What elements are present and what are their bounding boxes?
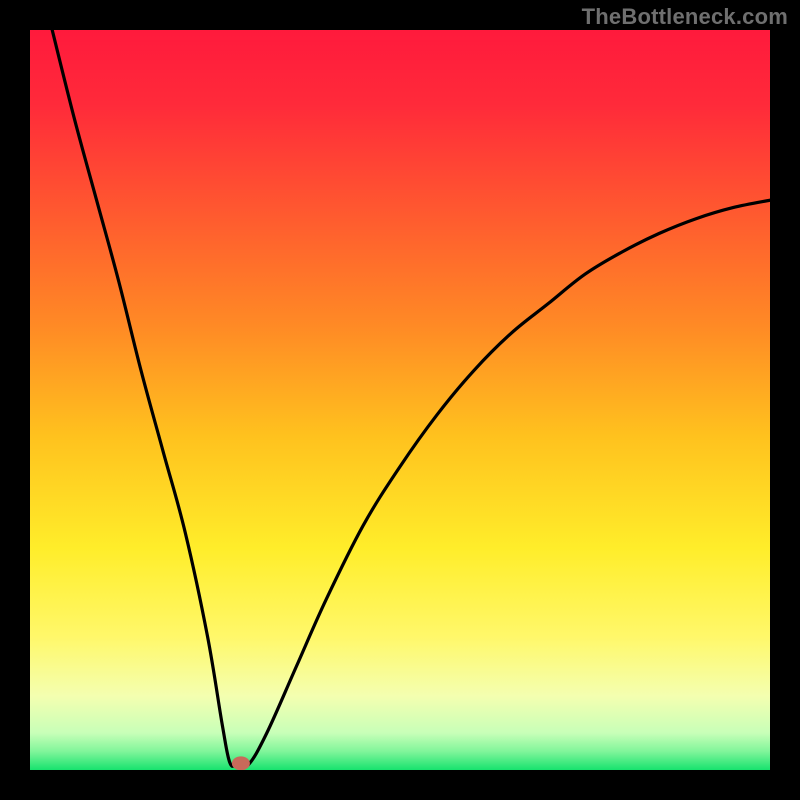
optimal-point-marker — [232, 756, 250, 770]
watermark-label: TheBottleneck.com — [582, 4, 788, 30]
chart-frame: TheBottleneck.com — [0, 0, 800, 800]
bottleneck-chart — [30, 30, 770, 770]
gradient-background — [30, 30, 770, 770]
plot-area — [30, 30, 770, 770]
